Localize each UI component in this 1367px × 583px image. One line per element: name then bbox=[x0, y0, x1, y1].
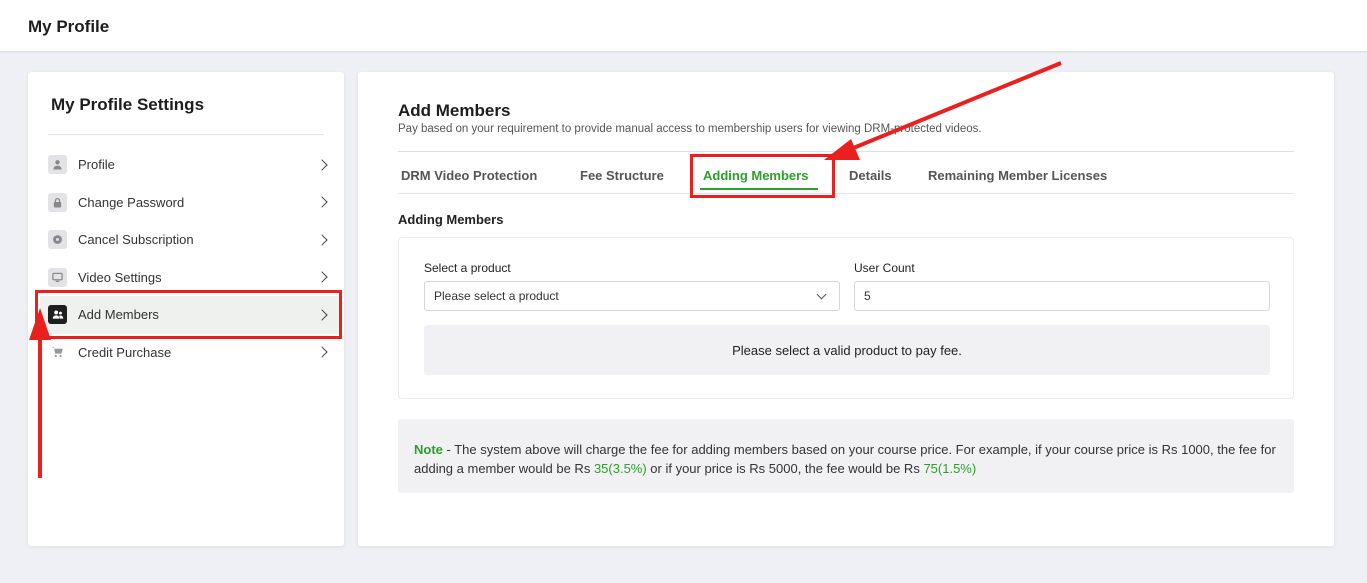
note-label: Note bbox=[414, 442, 443, 457]
user-count-label: User Count bbox=[854, 261, 915, 275]
tab-details[interactable]: Details bbox=[849, 168, 892, 183]
sidebar-item-label: Change Password bbox=[78, 194, 185, 210]
tabs-divider-top bbox=[398, 151, 1294, 152]
chevron-right-icon bbox=[316, 159, 328, 171]
monitor-icon bbox=[48, 267, 67, 287]
sidebar-item-label: Video Settings bbox=[78, 269, 162, 285]
sidebar-divider bbox=[48, 134, 324, 135]
sidebar-item-profile[interactable]: Profile bbox=[40, 146, 342, 184]
note-fee-example-1: 35(3.5%) bbox=[593, 461, 647, 476]
product-label: Select a product bbox=[424, 261, 511, 275]
user-count-input[interactable]: 5 bbox=[854, 281, 1270, 311]
user-icon bbox=[48, 155, 67, 175]
product-select[interactable]: Please select a product bbox=[424, 281, 840, 311]
sidebar-item-cancel-subscription[interactable]: Cancel Subscription bbox=[40, 221, 342, 259]
sidebar-item-label: Credit Purchase bbox=[78, 344, 172, 360]
annotation-highlight-adding-members-tab bbox=[690, 154, 835, 198]
note-box: Note - The system above will charge the … bbox=[398, 419, 1294, 493]
sidebar-item-credit-purchase[interactable]: Credit Purchase bbox=[40, 334, 342, 372]
lock-icon bbox=[48, 192, 67, 212]
page-title: My Profile bbox=[28, 17, 110, 36]
add-members-form: Select a product Please select a product… bbox=[398, 237, 1294, 399]
fee-message: Please select a valid product to pay fee… bbox=[424, 325, 1270, 375]
cancel-circle-icon bbox=[48, 230, 67, 250]
sidebar-item-label: Profile bbox=[78, 157, 115, 173]
sidebar-title: My Profile Settings bbox=[51, 95, 205, 114]
chevron-right-icon bbox=[316, 234, 328, 246]
tabs-divider-bottom bbox=[398, 193, 1294, 194]
chevron-right-icon bbox=[316, 271, 328, 283]
tab-drm-video-protection[interactable]: DRM Video Protection bbox=[401, 168, 537, 183]
note-text: or if your price is Rs 5000, the fee wou… bbox=[646, 461, 924, 476]
chevron-right-icon bbox=[316, 196, 328, 208]
note-fee-example-2: 75(1.5%) bbox=[923, 461, 977, 476]
section-heading: Add Members bbox=[398, 101, 511, 120]
chevron-down-icon bbox=[816, 289, 827, 300]
chevron-right-icon bbox=[316, 346, 328, 358]
tab-remaining-member-licenses[interactable]: Remaining Member Licenses bbox=[928, 168, 1107, 183]
form-section-title: Adding Members bbox=[398, 212, 504, 227]
product-select-value: Please select a product bbox=[434, 289, 559, 303]
section-description: Pay based on your requirement to provide… bbox=[398, 123, 982, 135]
tab-fee-structure[interactable]: Fee Structure bbox=[580, 168, 664, 183]
sidebar-item-change-password[interactable]: Change Password bbox=[40, 184, 342, 222]
sidebar-item-label: Cancel Subscription bbox=[78, 232, 194, 248]
cart-icon bbox=[48, 343, 67, 362]
top-bar: My Profile bbox=[0, 0, 1367, 52]
annotation-highlight-add-members bbox=[35, 290, 342, 339]
add-members-panel: Add Members Pay based on your requiremen… bbox=[358, 72, 1334, 546]
